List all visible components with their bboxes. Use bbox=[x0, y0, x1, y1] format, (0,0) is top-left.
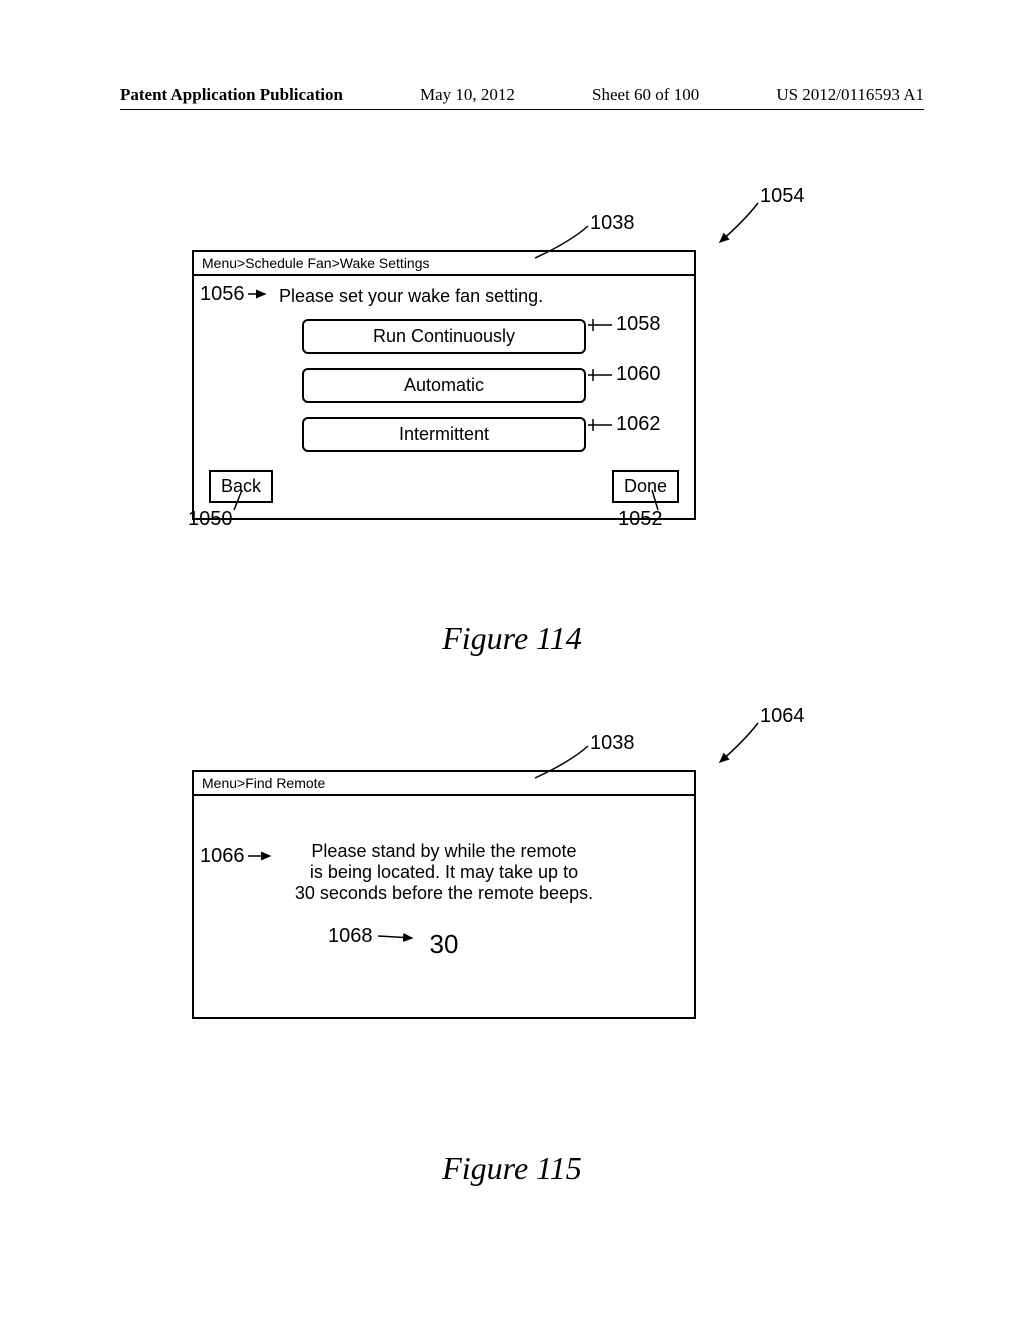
document-number: US 2012/0116593 A1 bbox=[776, 85, 924, 105]
label-1052: 1052 bbox=[618, 508, 663, 531]
automatic-button[interactable]: Automatic bbox=[302, 368, 586, 403]
label-1064: 1064 bbox=[760, 705, 805, 728]
label-1038: 1038 bbox=[590, 212, 635, 235]
publication-date: May 10, 2012 bbox=[420, 85, 515, 105]
intermittent-button[interactable]: Intermittent bbox=[302, 417, 586, 452]
back-button[interactable]: Back bbox=[209, 470, 273, 503]
breadcrumb: Menu>Schedule Fan>Wake Settings bbox=[194, 252, 694, 276]
figure-115-caption: Figure 115 bbox=[0, 1150, 1024, 1187]
label-1054: 1054 bbox=[760, 185, 805, 208]
label-1066: 1066 bbox=[200, 845, 245, 868]
label-1060: 1060 bbox=[616, 363, 661, 386]
label-1038b: 1038 bbox=[590, 732, 635, 755]
figure-114-caption: Figure 114 bbox=[0, 620, 1024, 657]
message-line3: 30 seconds before the remote beeps. bbox=[204, 883, 684, 904]
message-line1: Please stand by while the remote bbox=[204, 841, 684, 862]
label-1062: 1062 bbox=[616, 413, 661, 436]
message-line2: is being located. It may take up to bbox=[204, 862, 684, 883]
label-1050: 1050 bbox=[188, 508, 233, 531]
publication-title: Patent Application Publication bbox=[120, 85, 343, 105]
page-header: Patent Application Publication May 10, 2… bbox=[120, 85, 924, 110]
breadcrumb-115: Menu>Find Remote bbox=[194, 772, 694, 796]
label-1068: 1068 bbox=[328, 925, 373, 948]
prompt-text: Please set your wake fan setting. bbox=[279, 286, 684, 307]
label-1058: 1058 bbox=[616, 313, 661, 336]
countdown-value: 30 bbox=[204, 929, 684, 960]
run-continuously-button[interactable]: Run Continuously bbox=[302, 319, 586, 354]
find-remote-screen: Menu>Find Remote Please stand by while t… bbox=[192, 770, 696, 1019]
sheet-number: Sheet 60 of 100 bbox=[592, 85, 699, 105]
label-1056: 1056 bbox=[200, 283, 245, 306]
done-button[interactable]: Done bbox=[612, 470, 679, 503]
